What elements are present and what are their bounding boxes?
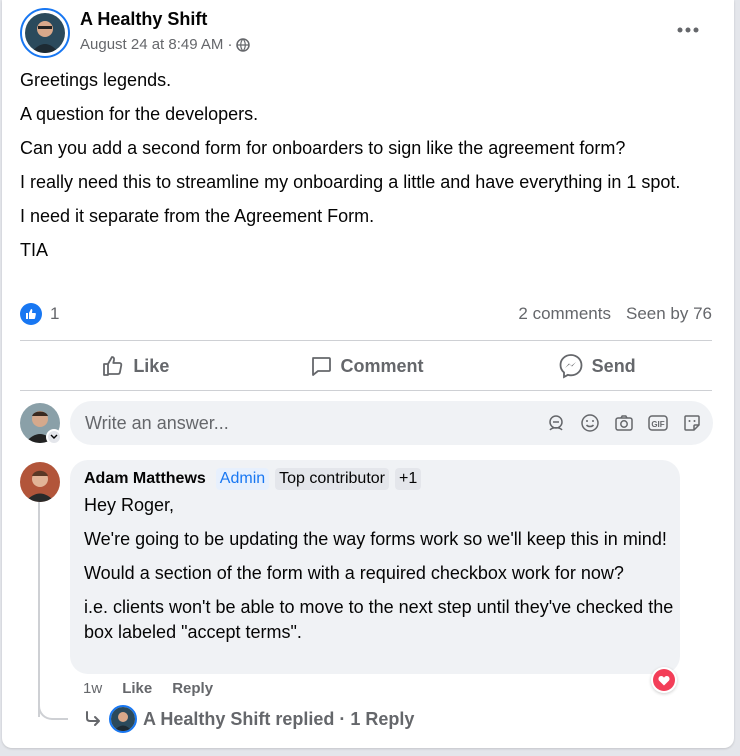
- sticker-icon[interactable]: [681, 412, 703, 434]
- comment-paragraph: i.e. clients won't be able to move to th…: [84, 597, 674, 642]
- post-timestamp[interactable]: August 24 at 8:49 AM: [80, 36, 223, 53]
- comment-composer: GIF: [70, 401, 713, 445]
- comment-count[interactable]: 2 comments: [518, 304, 611, 324]
- divider: [20, 390, 712, 391]
- comment-like-button[interactable]: Like: [122, 680, 152, 697]
- post-paragraph: Greetings legends.: [20, 70, 172, 90]
- post-paragraph: Can you add a second form for onboarders…: [20, 138, 626, 158]
- comment-label: Comment: [340, 355, 424, 376]
- more-horizontal-icon: [677, 27, 699, 33]
- gif-icon[interactable]: GIF: [647, 412, 669, 434]
- top-contributor-badge[interactable]: Top contributor: [275, 468, 389, 490]
- reactions-summary: 1 2 comments Seen by 76: [20, 300, 712, 328]
- comment-author[interactable]: Adam Matthews: [84, 470, 206, 488]
- replies-summary: A Healthy Shift replied · 1 Reply: [143, 708, 415, 729]
- comment-input[interactable]: [83, 411, 507, 435]
- send-label: Send: [591, 355, 636, 376]
- comment-age[interactable]: 1w: [83, 680, 102, 697]
- post-author[interactable]: A Healthy Shift: [80, 9, 207, 30]
- post-meta: August 24 at 8:49 AM ·: [80, 36, 251, 53]
- comment-paragraph: We're going to be updating the way forms…: [84, 529, 667, 549]
- comment-text: Hey Roger, We're going to be updating th…: [84, 493, 674, 654]
- like-button[interactable]: Like: [20, 344, 251, 388]
- chevron-down-icon[interactable]: [46, 429, 62, 445]
- post-paragraph: I need it separate from the Agreement Fo…: [20, 206, 375, 226]
- svg-text:GIF: GIF: [651, 420, 664, 429]
- composer-tools: GIF: [545, 412, 703, 434]
- post-stats: 2 comments Seen by 76: [518, 304, 712, 324]
- post-paragraph: TIA: [20, 240, 49, 260]
- thumbs-up-icon: [103, 356, 123, 376]
- page-avatar[interactable]: [20, 8, 70, 58]
- view-replies-link[interactable]: A Healthy Shift replied · 1 Reply: [83, 705, 414, 733]
- more-badges[interactable]: +1: [395, 468, 422, 490]
- comment-bubble: Adam Matthews Admin Top contributor +1 H…: [70, 460, 680, 674]
- globe-icon: [236, 37, 251, 52]
- replier-avatar: [109, 705, 137, 733]
- reaction-count[interactable]: 1: [50, 304, 59, 324]
- comment-paragraph: Hey Roger,: [84, 495, 175, 515]
- commenter-avatar[interactable]: [20, 462, 60, 502]
- comment-button[interactable]: Comment: [251, 344, 482, 388]
- thread-line: [38, 502, 40, 717]
- seen-count[interactable]: Seen by 76: [626, 304, 712, 324]
- like-reaction-icon[interactable]: [20, 303, 42, 325]
- post-paragraph: I really need this to streamline my onbo…: [20, 172, 681, 192]
- love-reaction-icon[interactable]: [651, 667, 677, 693]
- post-paragraph: A question for the developers.: [20, 104, 259, 124]
- admin-badge[interactable]: Admin: [215, 468, 270, 490]
- comment-actions: 1w Like Reply: [83, 680, 213, 697]
- divider: [20, 340, 712, 341]
- more-options-button[interactable]: [670, 16, 706, 44]
- camera-icon[interactable]: [613, 412, 635, 434]
- post-actions: Like Comment Send: [20, 342, 712, 390]
- reply-arrow-icon: [86, 711, 100, 726]
- like-label: Like: [133, 355, 170, 376]
- comment-icon: [311, 357, 331, 376]
- comment-header: Adam Matthews Admin Top contributor +1: [84, 468, 422, 490]
- messenger-icon: [559, 354, 583, 379]
- comment-reply-button[interactable]: Reply: [172, 680, 213, 697]
- emoji-icon[interactable]: [579, 412, 601, 434]
- send-button[interactable]: Send: [481, 344, 712, 388]
- post-body: Greetings legends. A question for the de…: [20, 68, 710, 272]
- avatar-sticker-icon[interactable]: [545, 412, 567, 434]
- thread-connector: [38, 690, 68, 720]
- comment-paragraph: Would a section of the form with a requi…: [84, 563, 624, 583]
